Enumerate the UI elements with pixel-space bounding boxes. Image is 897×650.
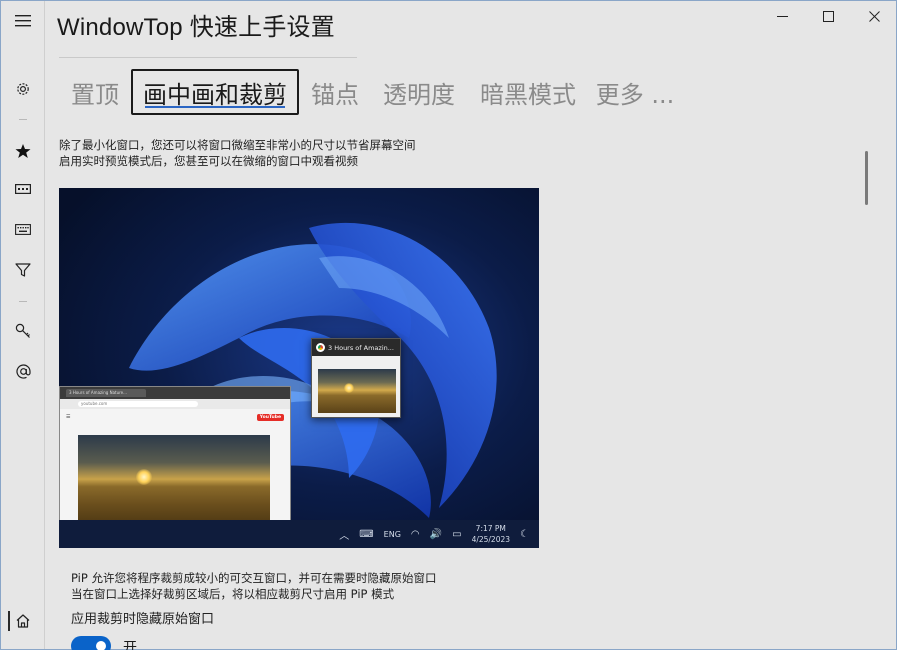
- tab-pip-crop[interactable]: 画中画和裁剪: [131, 69, 299, 115]
- page-title: WindowTop 快速上手设置: [57, 14, 335, 41]
- youtube-menu-icon: ☰: [66, 414, 71, 420]
- pip-window: 3 Hours of Amazin...: [311, 338, 401, 418]
- browser-url: youtube.com: [78, 401, 198, 407]
- keyboard-icon[interactable]: [7, 215, 39, 243]
- keyboard-tray-icon: ⌨: [359, 528, 374, 540]
- sunset-sun: [136, 469, 152, 485]
- tab-pin[interactable]: 置顶: [65, 69, 125, 115]
- taskbar: ︿ ⌨ ENG ◠ 🔊 ▭ 7:17 PM 4/25/2023 ☾: [59, 520, 539, 548]
- close-button[interactable]: [851, 1, 897, 31]
- active-tab-underline: [145, 106, 285, 108]
- chrome-icon: [316, 343, 325, 352]
- pip-title-bar: 3 Hours of Amazin...: [312, 339, 400, 356]
- tab-opacity[interactable]: 透明度: [381, 69, 457, 115]
- intro-line-2: 启用实时预览模式后，您甚至可以在微缩的窗口中观看视频: [59, 154, 358, 168]
- tab-more[interactable]: 更多 ...: [596, 69, 675, 115]
- browser-tab: 3 Hours of Amazing Nature...: [66, 389, 146, 397]
- nav-rail: [1, 1, 45, 649]
- window-bar-icon[interactable]: [7, 175, 39, 203]
- hamburger-icon[interactable]: [7, 7, 39, 35]
- star-icon[interactable]: [7, 137, 39, 165]
- close-icon: [868, 7, 880, 26]
- app-window: WindowTop 快速上手设置 置顶 画中画和裁剪 锚点 透明度 暗黑模式 更…: [0, 0, 897, 650]
- toggle-state-label: 开: [123, 640, 137, 650]
- minimize-button[interactable]: [759, 1, 805, 31]
- maximize-button[interactable]: [805, 1, 851, 31]
- browser-tab-bar: 3 Hours of Amazing Nature...: [60, 387, 290, 399]
- rail-divider: [19, 119, 27, 120]
- filter-icon[interactable]: [7, 256, 39, 284]
- key-icon[interactable]: [7, 317, 39, 345]
- intro-line-1: 除了最小化窗口，您还可以将窗口微缩至非常小的尺寸以节省屏幕空间: [59, 138, 416, 152]
- rail-divider: [19, 301, 27, 302]
- wifi-icon: ◠: [410, 528, 420, 540]
- gear-icon[interactable]: [7, 75, 39, 103]
- pip-desc-line-2: 当在窗口上选择好裁剪区域后，将以相应裁剪尺寸启用 PiP 模式: [71, 587, 395, 601]
- home-icon[interactable]: [7, 607, 39, 635]
- tab-dark-mode[interactable]: 暗黑模式: [477, 69, 579, 115]
- demo-animation: 3 Hours of Amazing Nature... youtube.com…: [59, 188, 539, 548]
- video-player: [78, 435, 270, 527]
- minimize-icon: [776, 7, 788, 26]
- at-icon[interactable]: [7, 357, 39, 385]
- pip-sun: [344, 383, 354, 393]
- language-indicator: ENG: [383, 529, 401, 539]
- hide-original-toggle[interactable]: [71, 636, 111, 650]
- toggle-knob: [96, 641, 106, 650]
- notification-icon: ☾: [520, 528, 529, 540]
- maximize-icon: [822, 7, 834, 26]
- vertical-scrollbar-thumb[interactable]: [865, 151, 868, 205]
- youtube-header: ☰ YouTube: [60, 409, 290, 425]
- battery-icon: ▭: [452, 528, 462, 540]
- youtube-logo: YouTube: [256, 413, 284, 421]
- pip-title: 3 Hours of Amazin...: [328, 343, 394, 352]
- taskbar-clock: 7:17 PM 4/25/2023: [471, 524, 511, 544]
- title-divider: [59, 57, 357, 58]
- hide-original-setting-label: 应用裁剪时隐藏原始窗口: [71, 612, 215, 627]
- pip-video: [318, 369, 396, 413]
- browser-address-bar: youtube.com: [60, 399, 290, 409]
- speaker-icon: 🔊: [429, 528, 443, 540]
- pip-desc-line-1: PiP 允许您将程序裁剪成较小的可交互窗口，并可在需要时隐藏原始窗口: [71, 571, 437, 585]
- chevron-up-icon: ︿: [339, 530, 350, 542]
- tab-anchor[interactable]: 锚点: [307, 69, 363, 115]
